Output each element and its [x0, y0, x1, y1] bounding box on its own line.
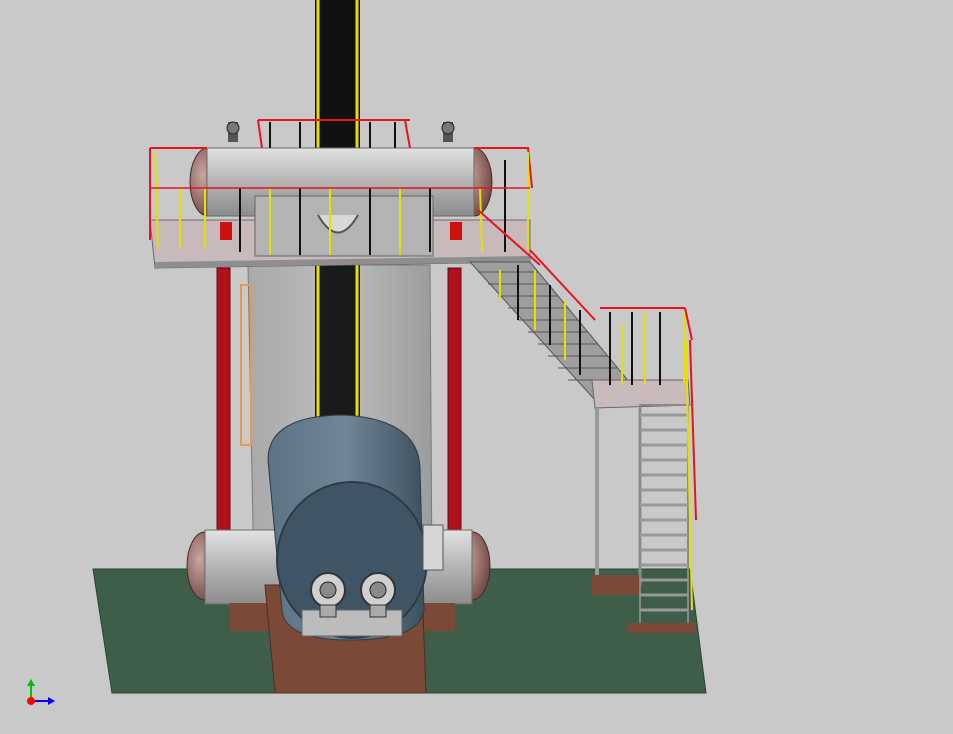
safety-valve-icon	[226, 121, 240, 142]
landing-platform	[591, 307, 693, 595]
safety-valve-icon	[441, 121, 455, 142]
chimney	[315, 0, 360, 150]
model-viewport[interactable]	[0, 0, 953, 734]
coordinate-axis-icon	[27, 679, 55, 705]
